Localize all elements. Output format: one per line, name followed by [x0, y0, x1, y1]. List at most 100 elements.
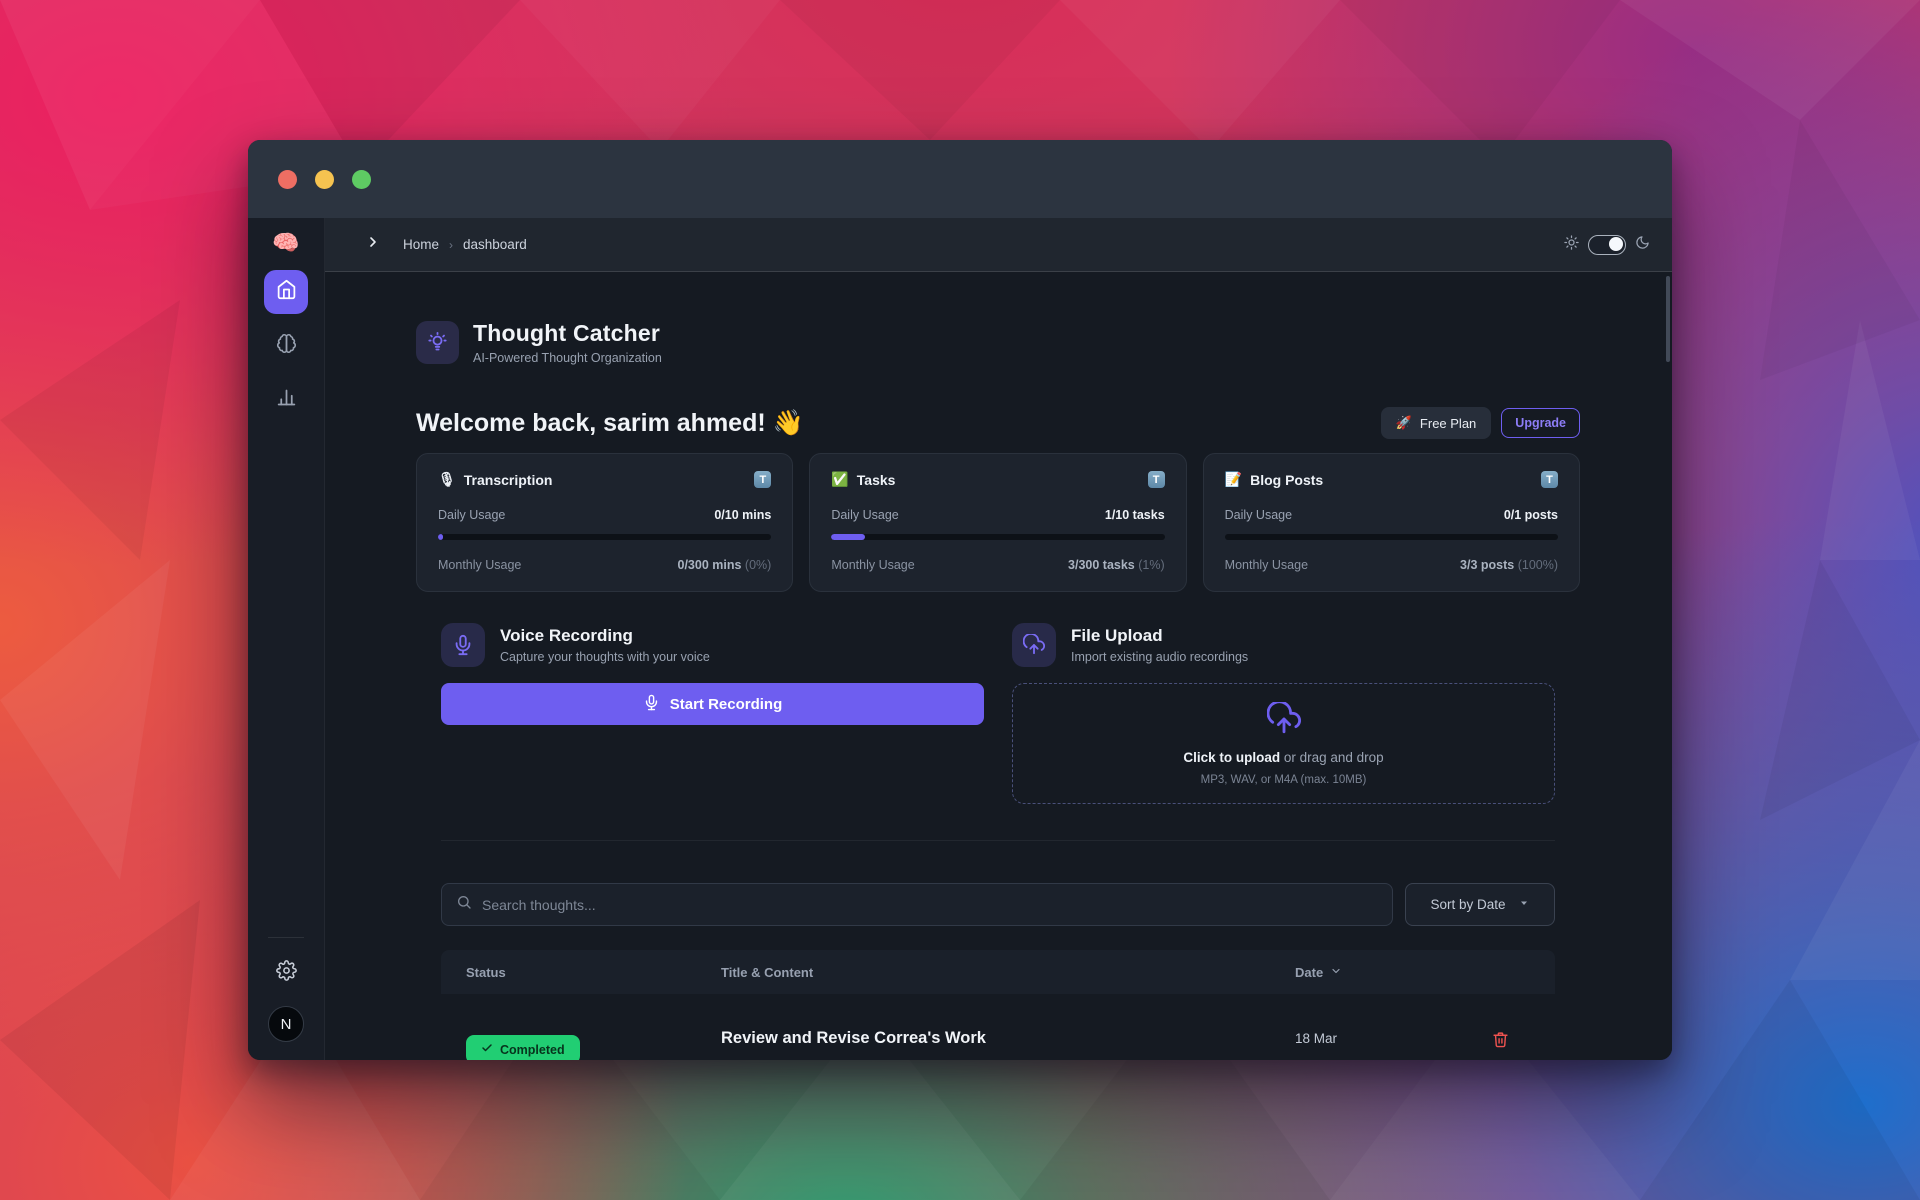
column-status: Status: [466, 965, 721, 980]
card-title: Blog Posts: [1250, 472, 1323, 488]
maximize-button[interactable]: [352, 170, 371, 189]
avatar[interactable]: N: [268, 1006, 304, 1042]
delete-button[interactable]: [1470, 1024, 1530, 1060]
column-date-sort[interactable]: Date: [1295, 965, 1470, 980]
daily-usage-label: Daily Usage: [831, 508, 898, 522]
content-scroll-area[interactable]: Thought Catcher AI-Powered Thought Organ…: [325, 272, 1672, 1060]
breadcrumb-separator: ›: [449, 238, 453, 252]
daily-usage-label: Daily Usage: [438, 508, 505, 522]
search-input[interactable]: [482, 897, 1378, 913]
voice-recording-title: Voice Recording: [500, 626, 710, 646]
microphone-icon: [643, 694, 660, 715]
sort-by-date-dropdown[interactable]: Sort by Date: [1405, 883, 1555, 926]
sidebar-collapse-button[interactable]: [365, 234, 381, 255]
file-upload-subtitle: Import existing audio recordings: [1071, 650, 1248, 664]
breadcrumb-home[interactable]: Home: [403, 237, 439, 252]
chevron-down-icon: [1330, 965, 1342, 980]
home-icon: [276, 279, 297, 305]
daily-usage-value: 0/1 posts: [1504, 508, 1558, 522]
memo-emoji-icon: 📝: [1225, 471, 1242, 488]
page-header: Thought Catcher AI-Powered Thought Organ…: [416, 320, 1580, 365]
info-badge-icon[interactable]: T: [1541, 471, 1558, 488]
plan-badge: 🚀 Free Plan: [1381, 407, 1492, 439]
gear-icon: [276, 968, 297, 985]
search-icon: [456, 894, 472, 915]
brain-logo-icon: 🧠: [272, 232, 299, 254]
microphone-emoji-icon: 🎙: [438, 471, 456, 488]
thought-title[interactable]: Review and Revise Correa's Work: [721, 1024, 1295, 1060]
tasks-card: ✅ Tasks T Daily Usage 1/10 tasks Monthly…: [809, 453, 1186, 592]
table-header: Status Title & Content Date: [441, 950, 1555, 994]
daily-usage-progressbar: [831, 534, 1164, 540]
monthly-usage-label: Monthly Usage: [438, 558, 521, 572]
theme-toggle[interactable]: [1588, 235, 1626, 255]
trash-icon: [1492, 1031, 1509, 1060]
file-dropzone[interactable]: Click to upload or drag and drop MP3, WA…: [1012, 683, 1555, 804]
page-title: Thought Catcher: [473, 320, 662, 347]
sidebar-item-thoughts[interactable]: [264, 324, 308, 368]
breadcrumb-current[interactable]: dashboard: [463, 237, 527, 252]
cloud-upload-icon: [1012, 623, 1056, 667]
file-upload-section: File Upload Import existing audio record…: [1012, 623, 1555, 804]
monthly-usage-value: 3/3 posts (100%): [1460, 558, 1558, 572]
blog-posts-card: 📝 Blog Posts T Daily Usage 0/1 posts Mon…: [1203, 453, 1580, 592]
cloud-upload-icon: [1267, 702, 1301, 741]
monthly-usage-value: 3/300 tasks (1%): [1068, 558, 1165, 572]
start-recording-button[interactable]: Start Recording: [441, 683, 984, 725]
column-title-content: Title & Content: [721, 965, 1295, 980]
bar-chart-icon: [276, 387, 297, 413]
table-row[interactable]: Completed Review and Revise Correa's Wor…: [441, 994, 1555, 1060]
daily-usage-progressbar: [1225, 534, 1558, 540]
file-upload-title: File Upload: [1071, 626, 1248, 646]
lightbulb-icon: [416, 321, 459, 364]
daily-usage-label: Daily Usage: [1225, 508, 1292, 522]
section-divider: [441, 840, 1555, 841]
monthly-usage-value: 0/300 mins (0%): [678, 558, 772, 572]
caret-down-icon: [1518, 897, 1530, 912]
thoughts-table: Status Title & Content Date: [441, 950, 1555, 1060]
sidebar: 🧠: [248, 218, 325, 1060]
voice-recording-subtitle: Capture your thoughts with your voice: [500, 650, 710, 664]
microphone-icon: [441, 623, 485, 667]
thought-date: 18 Mar: [1295, 1024, 1470, 1060]
monthly-usage-label: Monthly Usage: [831, 558, 914, 572]
dropzone-hint: MP3, WAV, or M4A (max. 10MB): [1201, 774, 1367, 786]
search-field: [441, 883, 1393, 926]
sidebar-item-home[interactable]: [264, 270, 308, 314]
moon-icon: [1635, 235, 1650, 255]
dropzone-cta: Click to upload or drag and drop: [1183, 750, 1383, 765]
transcription-card: 🎙 Transcription T Daily Usage 0/10 mins …: [416, 453, 793, 592]
settings-button[interactable]: [276, 960, 297, 986]
rocket-icon: 🚀: [1396, 415, 1412, 431]
window-titlebar[interactable]: [248, 140, 1672, 218]
brain-icon: [276, 333, 297, 359]
page-subtitle: AI-Powered Thought Organization: [473, 351, 662, 365]
toggle-knob: [1609, 237, 1623, 251]
sidebar-item-analytics[interactable]: [264, 378, 308, 422]
status-badge: Completed: [466, 1035, 580, 1060]
sidebar-divider: [268, 937, 304, 938]
scrollbar[interactable]: [1666, 276, 1670, 362]
wave-emoji: 👋: [773, 409, 804, 437]
voice-recording-section: Voice Recording Capture your thoughts wi…: [441, 623, 984, 804]
minimize-button[interactable]: [315, 170, 334, 189]
monthly-usage-label: Monthly Usage: [1225, 558, 1308, 572]
upgrade-button[interactable]: Upgrade: [1501, 408, 1580, 438]
daily-usage-value: 0/10 mins: [714, 508, 771, 522]
daily-usage-value: 1/10 tasks: [1105, 508, 1165, 522]
check-icon: [481, 1042, 493, 1057]
close-button[interactable]: [278, 170, 297, 189]
card-title: Tasks: [857, 472, 896, 488]
topbar: Home › dashboard: [325, 218, 1672, 272]
sun-icon: [1564, 235, 1579, 255]
app-window: 🧠: [248, 140, 1672, 1060]
welcome-heading: Welcome back, sarim ahmed! 👋: [416, 409, 804, 438]
card-title: Transcription: [464, 472, 553, 488]
info-badge-icon[interactable]: T: [754, 471, 771, 488]
plan-label: Free Plan: [1420, 416, 1476, 431]
check-emoji-icon: ✅: [831, 471, 848, 488]
usage-cards: 🎙 Transcription T Daily Usage 0/10 mins …: [416, 453, 1580, 592]
info-badge-icon[interactable]: T: [1148, 471, 1165, 488]
daily-usage-progressbar: [438, 534, 771, 540]
chevron-right-icon: [365, 234, 381, 255]
